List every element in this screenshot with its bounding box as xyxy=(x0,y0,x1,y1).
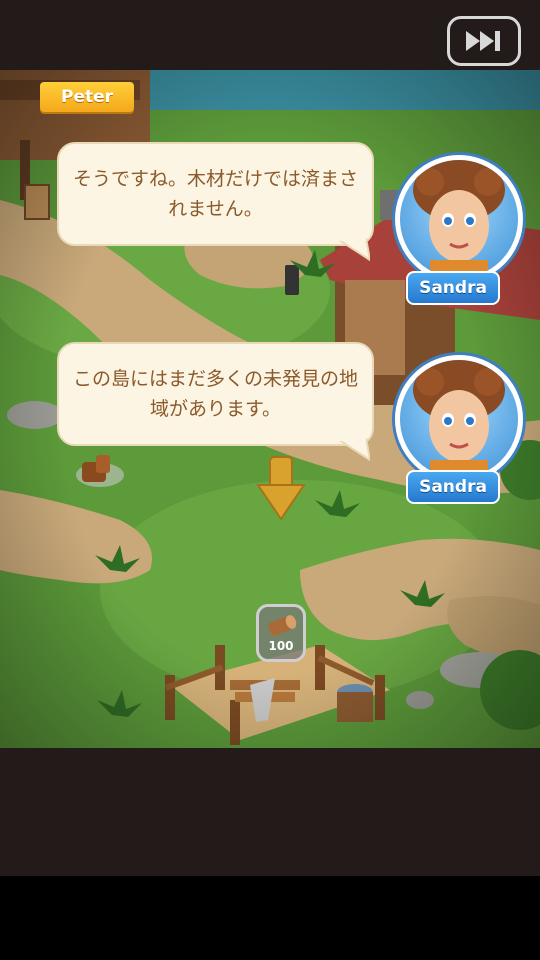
wood-counter-value: 100 xyxy=(268,639,294,653)
arrow-down-icon xyxy=(256,456,306,521)
sandra-face-icon xyxy=(413,160,505,278)
dialog-bubble-1[interactable]: そうですね。木材だけでは済まされません。 xyxy=(57,142,374,246)
skip-button[interactable] xyxy=(447,16,521,66)
dialog-bubble-1-tail xyxy=(336,238,370,262)
dialog-bubble-2-tail xyxy=(336,438,370,462)
footer-black-area xyxy=(0,876,540,960)
speaker-name-tag: Peter xyxy=(40,82,134,112)
dialog-bubble-2[interactable]: この島にはまだ多くの未発見の地域があります。 xyxy=(57,342,374,446)
sandra-portrait-2 xyxy=(395,355,523,483)
log-icon xyxy=(268,615,297,636)
dialog-text-2: この島にはまだ多くの未発見の地域があります。 xyxy=(72,368,358,420)
sandra-portrait-1 xyxy=(395,155,523,283)
speaker-label-sandra-1: Sandra xyxy=(406,271,500,305)
dialog-text-1: そうですね。木材だけでは済まされません。 xyxy=(72,168,358,220)
fast-forward-icon xyxy=(466,31,500,51)
speaker-label-sandra-2: Sandra xyxy=(406,470,500,504)
bottom-bar xyxy=(0,748,540,876)
sandra-face-icon xyxy=(413,360,505,478)
wood-counter-badge[interactable]: 100 xyxy=(256,604,306,662)
